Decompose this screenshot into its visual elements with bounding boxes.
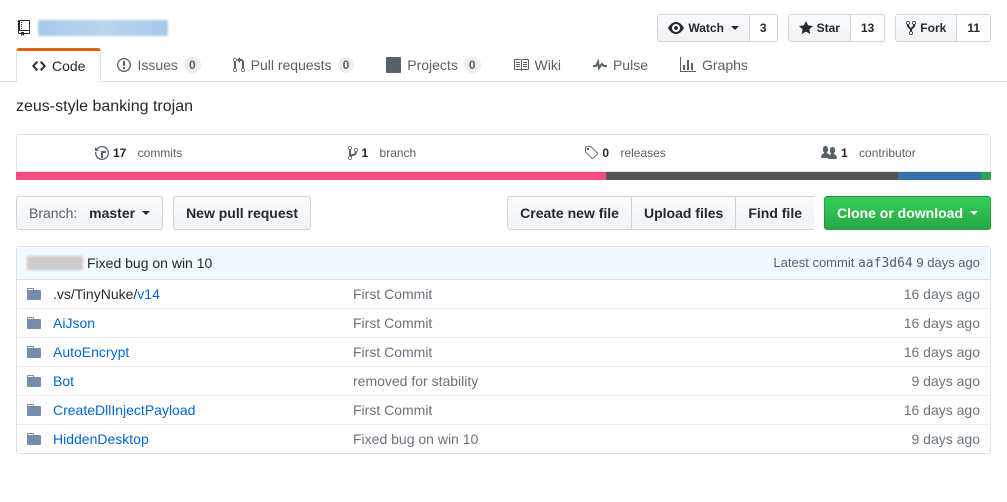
- repo-name-redacted: [38, 20, 168, 36]
- repo-title: [16, 20, 168, 36]
- eye-icon: [668, 20, 684, 36]
- file-age: 16 days ago: [904, 402, 980, 418]
- lang-segment: [16, 172, 606, 180]
- file-row: AiJsonFirst Commit16 days ago: [17, 309, 990, 338]
- commit-message[interactable]: Fixed bug on win 10: [87, 255, 212, 271]
- file-row: HiddenDesktopFixed bug on win 109 days a…: [17, 425, 990, 453]
- chevron-down-icon: [142, 211, 150, 219]
- watch-label: Watch: [688, 18, 724, 38]
- stats-bar: 17 commits 1 branch 0 releases 1 contrib…: [16, 134, 991, 172]
- file-name[interactable]: AiJson: [53, 315, 353, 331]
- file-commit-message[interactable]: First Commit: [353, 344, 904, 360]
- lang-segment: [898, 172, 981, 180]
- issue-icon: [117, 57, 131, 73]
- file-commit-message[interactable]: First Commit: [353, 315, 904, 331]
- stat-commits[interactable]: 17 commits: [17, 135, 260, 171]
- lang-segment: [981, 172, 991, 180]
- file-commit-message[interactable]: First Commit: [353, 286, 904, 302]
- tab-issues[interactable]: Issues0: [101, 48, 216, 81]
- folder-icon: [27, 402, 43, 418]
- chevron-down-icon: [970, 211, 978, 219]
- language-bar[interactable]: [16, 172, 991, 180]
- tag-icon: [584, 145, 598, 161]
- clone-download-button[interactable]: Clone or download: [824, 196, 991, 230]
- repo-description: zeus-style banking trojan: [0, 82, 1007, 134]
- pulse-icon: [593, 57, 607, 73]
- branch-select-button[interactable]: Branch: master: [16, 196, 163, 230]
- file-row: .vs/TinyNuke/v14First Commit16 days ago: [17, 280, 990, 309]
- file-commit-message[interactable]: First Commit: [353, 402, 904, 418]
- file-name[interactable]: Bot: [53, 373, 353, 389]
- file-age: 16 days ago: [904, 344, 980, 360]
- folder-icon: [27, 315, 43, 331]
- tab-graphs[interactable]: Graphs: [664, 48, 764, 81]
- stat-branches[interactable]: 1 branch: [260, 135, 503, 171]
- folder-icon: [27, 286, 43, 302]
- folder-icon: [27, 344, 43, 360]
- fork-group[interactable]: Fork 11: [895, 14, 991, 42]
- file-row: AutoEncryptFirst Commit16 days ago: [17, 338, 990, 367]
- file-commit-message[interactable]: Fixed bug on win 10: [353, 431, 912, 447]
- folder-icon: [27, 373, 43, 389]
- tab-projects[interactable]: Projects0: [370, 48, 496, 81]
- fork-label: Fork: [920, 18, 946, 38]
- star-icon: [799, 20, 813, 36]
- book-icon: [513, 57, 529, 73]
- tab-pulse[interactable]: Pulse: [577, 48, 664, 81]
- commit-age: 9 days ago: [916, 255, 980, 270]
- fork-icon: [906, 20, 916, 36]
- file-row: Botremoved for stability9 days ago: [17, 367, 990, 396]
- file-age: 9 days ago: [912, 431, 981, 447]
- commit-sha[interactable]: aaf3d64: [858, 256, 913, 271]
- file-commit-message[interactable]: removed for stability: [353, 373, 912, 389]
- new-pr-button[interactable]: New pull request: [173, 196, 311, 230]
- upload-files-button[interactable]: Upload files: [631, 196, 735, 230]
- file-name[interactable]: HiddenDesktop: [53, 431, 353, 447]
- star-group[interactable]: Star 13: [788, 14, 886, 42]
- file-name[interactable]: AutoEncrypt: [53, 344, 353, 360]
- repo-icon: [16, 20, 32, 36]
- fork-count[interactable]: 11: [957, 14, 991, 42]
- file-name[interactable]: CreateDllInjectPayload: [53, 402, 353, 418]
- graph-icon: [680, 57, 696, 73]
- project-icon: [386, 57, 401, 73]
- watch-count[interactable]: 3: [750, 14, 778, 42]
- tab-wiki[interactable]: Wiki: [497, 48, 577, 81]
- pr-icon: [233, 57, 245, 73]
- stat-contributors[interactable]: 1 contributor: [747, 135, 990, 171]
- chevron-down-icon: [731, 26, 739, 34]
- folder-icon: [27, 431, 43, 447]
- file-name[interactable]: .vs/TinyNuke/v14: [53, 286, 353, 302]
- star-count[interactable]: 13: [851, 14, 885, 42]
- branch-icon: [348, 145, 358, 161]
- lang-segment: [606, 172, 899, 180]
- file-row: CreateDllInjectPayloadFirst Commit16 day…: [17, 396, 990, 425]
- file-age: 16 days ago: [904, 286, 980, 302]
- code-icon: [32, 58, 46, 74]
- watch-group[interactable]: Watch 3: [657, 14, 777, 42]
- tab-pulls[interactable]: Pull requests0: [217, 48, 371, 81]
- star-label: Star: [817, 18, 840, 38]
- tab-code[interactable]: Code: [16, 48, 101, 82]
- history-icon: [95, 145, 109, 161]
- create-file-button[interactable]: Create new file: [507, 196, 631, 230]
- file-age: 16 days ago: [904, 315, 980, 331]
- file-age: 9 days ago: [912, 373, 981, 389]
- commit-author-redacted: [27, 256, 83, 270]
- find-file-button[interactable]: Find file: [735, 196, 814, 230]
- stat-releases[interactable]: 0 releases: [504, 135, 747, 171]
- people-icon: [821, 145, 837, 161]
- latest-commit-row: Fixed bug on win 10 Latest commit aaf3d6…: [17, 247, 990, 280]
